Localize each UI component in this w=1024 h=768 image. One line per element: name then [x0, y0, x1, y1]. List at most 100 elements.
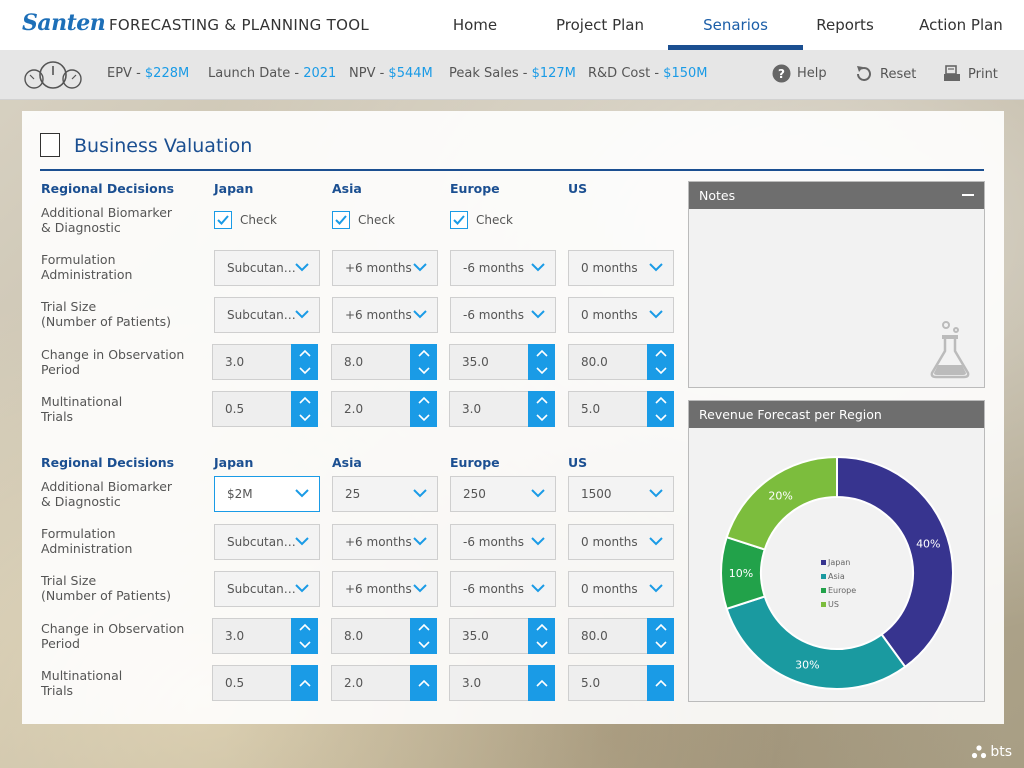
chevron-down-icon[interactable]: [654, 414, 667, 422]
stepper-buttons: [410, 391, 437, 427]
b1-observation-japan-stepper[interactable]: 3.0: [212, 344, 318, 380]
nav-reports[interactable]: Reports: [805, 0, 885, 50]
b1-trial-size-asia-select[interactable]: +6 months: [332, 297, 438, 333]
chevron-up-icon[interactable]: [298, 623, 311, 631]
chevron-down-icon: [649, 584, 663, 593]
nav-action-plan[interactable]: Action Plan: [910, 0, 1012, 50]
b2-trial-size-japan-select[interactable]: Subcutane…: [214, 571, 320, 607]
donut-slice-japan: [836, 455, 954, 669]
reset-button[interactable]: Reset: [854, 64, 916, 84]
b1-check-japan[interactable]: Check: [214, 211, 277, 229]
select-value: $2M: [227, 487, 253, 501]
b1-formulation-europe-select[interactable]: -6 months: [450, 250, 556, 286]
chevron-up-icon[interactable]: [298, 396, 311, 404]
stepper-value: 80.0: [581, 355, 608, 369]
chevron-down-icon[interactable]: [298, 414, 311, 422]
chevron-up-icon[interactable]: [654, 679, 667, 687]
top-navbar: Santen FORECASTING & PLANNING TOOL Home …: [0, 0, 1024, 50]
b2-biomarker-asia-select[interactable]: 25: [332, 476, 438, 512]
chevron-up-icon[interactable]: [535, 623, 548, 631]
chevron-up-icon[interactable]: [417, 396, 430, 404]
chevron-down-icon[interactable]: [298, 641, 311, 649]
minimize-icon[interactable]: [962, 194, 974, 196]
help-label: Help: [797, 66, 827, 81]
legend-swatch-europe: [821, 588, 826, 593]
bts-text: bts: [990, 744, 1012, 760]
chevron-up-icon[interactable]: [417, 623, 430, 631]
section-checkbox[interactable]: [40, 133, 60, 157]
chevron-down-icon[interactable]: [535, 414, 548, 422]
b2-formulation-asia-select[interactable]: +6 months: [332, 524, 438, 560]
stepper-value: 5.0: [581, 402, 601, 416]
kpi-npv-value: $544M: [388, 66, 433, 81]
chevron-up-icon[interactable]: [654, 349, 667, 357]
chevron-up-icon[interactable]: [654, 396, 667, 404]
chevron-up-icon[interactable]: [535, 396, 548, 404]
b2-observation-asia-stepper[interactable]: 8.0: [331, 618, 437, 654]
chevron-up-icon[interactable]: [654, 623, 667, 631]
b2-observation-europe-stepper[interactable]: 35.0: [449, 618, 555, 654]
b1-observation-europe-stepper[interactable]: 35.0: [449, 344, 555, 380]
b2-trial-size-us-select[interactable]: 0 months: [568, 571, 674, 607]
b1-multinational-japan-stepper[interactable]: 0.5: [212, 391, 318, 427]
chevron-down-icon[interactable]: [417, 367, 430, 375]
kpi-epv-label: EPV -: [107, 66, 145, 81]
b1-observation-us-stepper[interactable]: 80.0: [568, 344, 674, 380]
b2-multinational-europe-stepper[interactable]: 3.0: [449, 665, 555, 701]
help-button[interactable]: ? Help: [772, 64, 827, 83]
b2-multinational-us-stepper[interactable]: 5.0: [568, 665, 674, 701]
block2-col-asia: Asia: [332, 455, 362, 470]
chevron-down-icon[interactable]: [417, 641, 430, 649]
nav-project-plan[interactable]: Project Plan: [543, 0, 657, 50]
chevron-down-icon[interactable]: [654, 641, 667, 649]
b2-trial-size-asia-select[interactable]: +6 months: [332, 571, 438, 607]
b1-check-europe[interactable]: Check: [450, 211, 513, 229]
b1-multinational-us-stepper[interactable]: 5.0: [568, 391, 674, 427]
b2-multinational-asia-stepper[interactable]: 2.0: [331, 665, 437, 701]
chevron-down-icon[interactable]: [535, 641, 548, 649]
chevron-down-icon[interactable]: [298, 367, 311, 375]
b2-multinational-japan-stepper[interactable]: 0.5: [212, 665, 318, 701]
nav-senarios[interactable]: Senarios: [668, 0, 803, 50]
stepper-buttons: [410, 665, 437, 701]
b1-formulation-asia-select[interactable]: +6 months: [332, 250, 438, 286]
notes-panel[interactable]: Notes: [688, 181, 985, 388]
stepper-value: 35.0: [462, 355, 489, 369]
b2-observation-japan-stepper[interactable]: 3.0: [212, 618, 318, 654]
print-button[interactable]: Print: [942, 64, 998, 84]
b1-trial-size-japan-select[interactable]: Subcutane…: [214, 297, 320, 333]
b2-biomarker-europe-select[interactable]: 250: [450, 476, 556, 512]
chevron-up-icon[interactable]: [535, 679, 548, 687]
b1-formulation-japan-select[interactable]: Subcutane…: [214, 250, 320, 286]
chevron-up-icon[interactable]: [417, 679, 430, 687]
b1-trial-size-europe-select[interactable]: -6 months: [450, 297, 556, 333]
b2-formulation-europe-select[interactable]: -6 months: [450, 524, 556, 560]
chevron-down-icon[interactable]: [417, 414, 430, 422]
chevron-up-icon[interactable]: [298, 679, 311, 687]
b1-trial-size-us-select[interactable]: 0 months: [568, 297, 674, 333]
b1-formulation-us-select[interactable]: 0 months: [568, 250, 674, 286]
b1-multinational-asia-stepper[interactable]: 2.0: [331, 391, 437, 427]
chevron-up-icon[interactable]: [535, 349, 548, 357]
chevron-down-icon: [295, 263, 309, 272]
b1-observation-asia-stepper[interactable]: 8.0: [331, 344, 437, 380]
chevron-down-icon: [295, 537, 309, 546]
chevron-up-icon[interactable]: [298, 349, 311, 357]
b2-biomarker-japan-select[interactable]: $2M: [214, 476, 320, 512]
b2-trial-size-europe-select[interactable]: -6 months: [450, 571, 556, 607]
chevron-down-icon[interactable]: [535, 367, 548, 375]
b1-check-asia[interactable]: Check: [332, 211, 395, 229]
chevron-down-icon[interactable]: [654, 367, 667, 375]
b2-biomarker-us-select[interactable]: 1500: [568, 476, 674, 512]
chevron-up-icon[interactable]: [417, 349, 430, 357]
b2-label-multinational: Multinational Trials: [41, 668, 123, 698]
b2-formulation-japan-select[interactable]: Subcutane…: [214, 524, 320, 560]
b1-multinational-europe-stepper[interactable]: 3.0: [449, 391, 555, 427]
b2-formulation-us-select[interactable]: 0 months: [568, 524, 674, 560]
revenue-donut-chart: 40% 30% 10% 20% Japan Asia Europe US: [720, 455, 954, 690]
b2-observation-us-stepper[interactable]: 80.0: [568, 618, 674, 654]
nav-home[interactable]: Home: [432, 0, 518, 50]
block1-header: Regional Decisions: [41, 181, 175, 196]
donut-slice-us: [725, 455, 838, 551]
print-icon: [944, 65, 960, 81]
